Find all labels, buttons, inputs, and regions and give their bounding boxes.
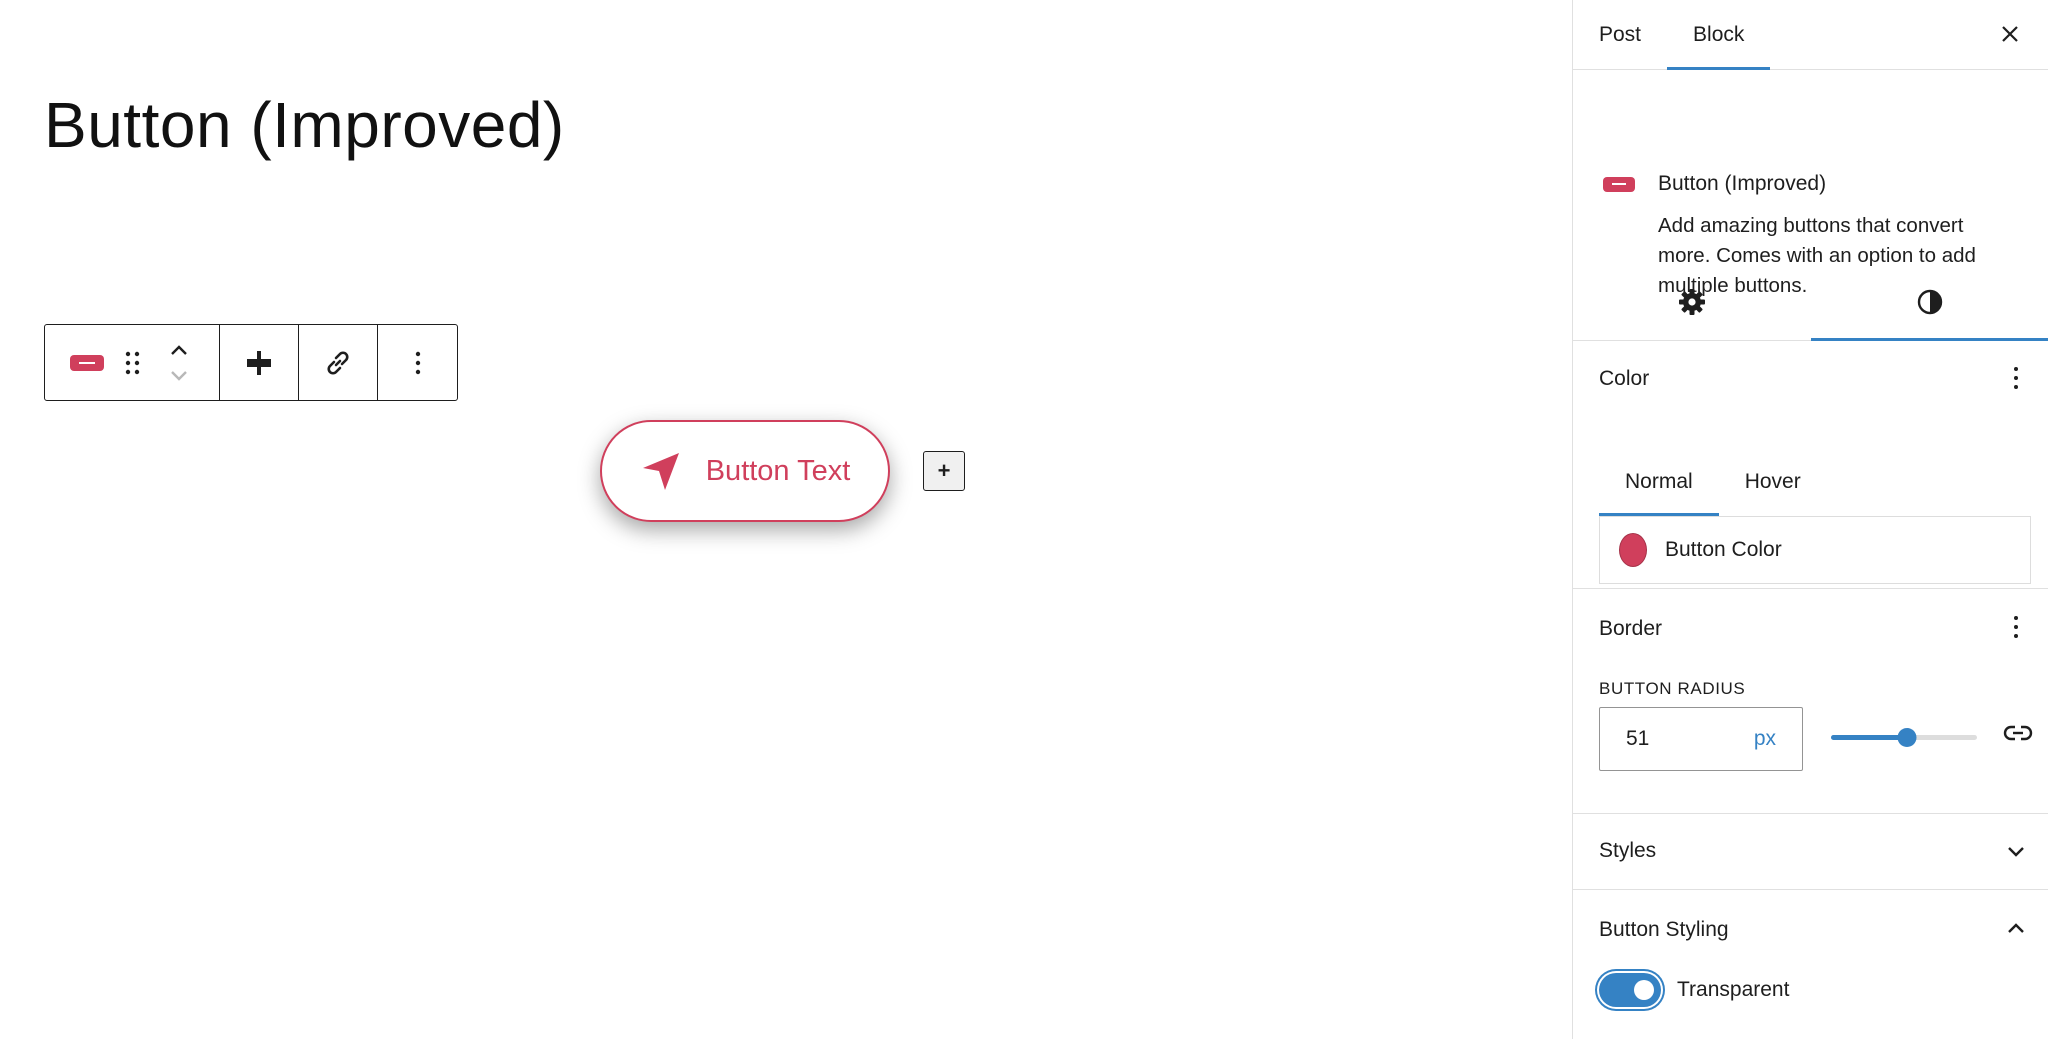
- post-title[interactable]: Button (Improved): [44, 88, 565, 162]
- link-icon: [2003, 725, 2033, 741]
- toolbar-group-link: [299, 325, 378, 400]
- settings-sidebar: Post Block Button (Improved) Add amazing…: [1572, 0, 2048, 1039]
- block-type-button[interactable]: [67, 325, 107, 400]
- toolbar-group-block: [45, 325, 220, 400]
- block-movers: [159, 325, 199, 400]
- chevron-down-icon: [2008, 847, 2024, 857]
- toolbar-group-more: [378, 325, 457, 400]
- tab-block[interactable]: Block: [1667, 0, 1771, 70]
- radius-unit-select[interactable]: px: [1754, 727, 1776, 751]
- link-icon: [327, 350, 349, 375]
- sidebar-tabs: Post Block: [1573, 0, 2048, 70]
- block-inserter-button[interactable]: +: [923, 451, 965, 491]
- color-swatch: [1619, 533, 1647, 567]
- align-icon: [247, 350, 271, 375]
- block-card-icon: [1603, 177, 1635, 192]
- more-vertical-icon: [415, 351, 420, 374]
- button-radius-label: BUTTON RADIUS: [1599, 679, 1746, 698]
- editor-canvas: Button (Improved) Button Text +: [0, 0, 1572, 1039]
- styles-panel[interactable]: Styles: [1573, 814, 2048, 890]
- link-button[interactable]: [323, 325, 353, 400]
- tab-styles[interactable]: [1811, 264, 2048, 341]
- inspector-tabs: [1573, 264, 2048, 341]
- close-settings-button[interactable]: [1990, 14, 2030, 54]
- chevron-up-icon: [2008, 923, 2024, 933]
- chevron-down-icon: [171, 370, 187, 381]
- gear-icon: [1679, 289, 1705, 315]
- styles-panel-toggle[interactable]: [2001, 832, 2031, 872]
- color-panel: Color Normal Hover Button Color: [1573, 340, 2048, 589]
- transparent-toggle-label: Transparent: [1677, 978, 1790, 1001]
- color-panel-options-button[interactable]: [2001, 358, 2031, 398]
- contrast-icon: [1917, 289, 1943, 315]
- drag-handle-icon: [125, 351, 140, 374]
- more-vertical-icon: [2014, 367, 2018, 389]
- tab-settings[interactable]: [1573, 264, 1811, 340]
- border-panel-title[interactable]: Border: [1599, 617, 1662, 641]
- move-up-button[interactable]: [169, 337, 189, 363]
- tab-post[interactable]: Post: [1573, 0, 1667, 69]
- radius-slider[interactable]: [1831, 728, 1977, 747]
- chevron-up-icon: [171, 344, 187, 355]
- block-card: Button (Improved) Add amazing buttons th…: [1573, 70, 2048, 297]
- button-block-icon: [1603, 177, 1635, 192]
- toolbar-group-align: [220, 325, 299, 400]
- button-styling-panel-title[interactable]: Button Styling: [1599, 918, 1729, 942]
- styles-panel-title[interactable]: Styles: [1599, 839, 1656, 863]
- more-vertical-icon: [2014, 616, 2018, 638]
- align-button[interactable]: [245, 325, 273, 400]
- radius-value[interactable]: 51: [1626, 727, 1649, 751]
- button-block[interactable]: Button Text: [600, 420, 890, 522]
- button-radius-input[interactable]: 51 px: [1599, 707, 1803, 771]
- radius-slider-fill: [1831, 735, 1907, 740]
- send-arrow-icon: [642, 453, 679, 490]
- radius-slider-thumb[interactable]: [1897, 728, 1917, 747]
- color-panel-title[interactable]: Color: [1599, 367, 1649, 391]
- button-text[interactable]: Button Text: [706, 455, 851, 488]
- move-down-button[interactable]: [169, 363, 189, 389]
- link-sides-button[interactable]: [2003, 722, 2033, 749]
- block-card-title: Button (Improved): [1658, 172, 1827, 195]
- color-state-tabs: Normal Hover: [1599, 448, 2031, 516]
- block-type-icon: [70, 354, 104, 371]
- toggle-knob: [1634, 980, 1654, 1000]
- border-panel-options-button[interactable]: [2001, 607, 2031, 647]
- transparent-toggle[interactable]: [1599, 973, 1661, 1007]
- button-styling-panel: Button Styling Transparent: [1573, 890, 2048, 1039]
- button-styling-panel-toggle[interactable]: [2001, 908, 2031, 948]
- block-toolbar: [44, 324, 458, 401]
- close-icon: [2002, 26, 2018, 42]
- border-panel: Border BUTTON RADIUS 51 px: [1573, 589, 2048, 814]
- button-color-item[interactable]: Button Color: [1599, 516, 2031, 584]
- tab-normal[interactable]: Normal: [1599, 448, 1719, 516]
- drag-handle-button[interactable]: [107, 325, 159, 400]
- more-options-button[interactable]: [414, 325, 422, 400]
- tab-hover[interactable]: Hover: [1719, 448, 1827, 516]
- button-color-label: Button Color: [1665, 538, 1782, 561]
